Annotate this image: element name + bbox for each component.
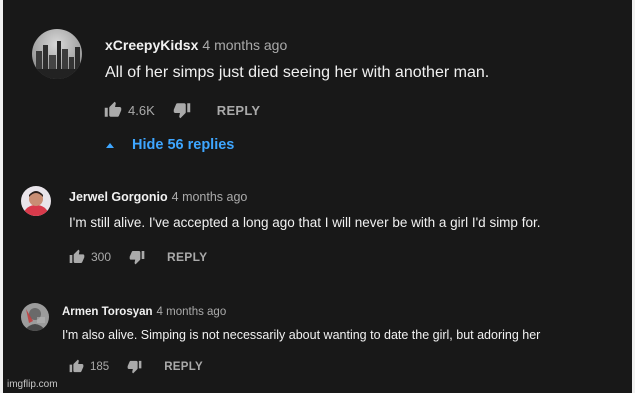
avatar[interactable] xyxy=(21,186,51,216)
comment-actions: 300 REPLY xyxy=(69,249,207,265)
avatar[interactable] xyxy=(21,303,49,331)
thumbs-down-icon[interactable] xyxy=(173,101,191,119)
caret-up-icon xyxy=(106,142,114,148)
like-count: 300 xyxy=(91,250,112,264)
avatar-image xyxy=(21,186,51,216)
comment-text: All of her simps just died seeing her wi… xyxy=(105,64,490,81)
comment-actions: 185 REPLY xyxy=(69,359,203,374)
comment-time[interactable]: 4 months ago xyxy=(172,190,248,204)
thumbs-down-icon[interactable] xyxy=(127,359,142,374)
comment-header: Armen Torosyan 4 months ago xyxy=(62,306,226,318)
thumbs-up-icon[interactable] xyxy=(104,101,122,119)
reply-button[interactable]: REPLY xyxy=(167,250,207,264)
screenshot-frame: xCreepyKidsx 4 months ago All of her simp… xyxy=(0,0,635,393)
avatar-image xyxy=(21,303,49,331)
like-count: 185 xyxy=(90,360,110,373)
comment-text: I'm also alive. Simping is not necessari… xyxy=(62,328,541,342)
hide-replies-button[interactable]: Hide 56 replies xyxy=(104,137,234,153)
comments-section: xCreepyKidsx 4 months ago All of her simp… xyxy=(3,0,632,393)
like-count: 4.6K xyxy=(128,102,155,118)
hide-replies-label: Hide 56 replies xyxy=(132,137,235,153)
reply-button[interactable]: REPLY xyxy=(164,361,203,373)
thumbs-up-icon[interactable] xyxy=(69,359,84,374)
author-name[interactable]: Armen Torosyan xyxy=(62,306,153,318)
author-name[interactable]: xCreepyKidsx xyxy=(105,37,198,53)
thumbs-up-icon[interactable] xyxy=(69,249,85,265)
thumbs-down-icon[interactable] xyxy=(129,249,145,265)
avatar-image xyxy=(32,29,82,79)
comment-header: xCreepyKidsx 4 months ago xyxy=(105,37,287,53)
reply-button[interactable]: REPLY xyxy=(217,103,261,118)
avatar[interactable] xyxy=(32,29,82,79)
comment-text: I'm still alive. I've accepted a long ag… xyxy=(69,215,541,230)
imgflip-watermark: imgflip.com xyxy=(7,379,58,390)
author-name[interactable]: Jerwel Gorgonio xyxy=(69,190,168,204)
comment-time[interactable]: 4 months ago xyxy=(157,306,227,318)
comment-actions: 4.6K REPLY xyxy=(104,101,260,119)
comment-time[interactable]: 4 months ago xyxy=(202,37,287,53)
comment-header: Jerwel Gorgonio 4 months ago xyxy=(69,190,247,204)
